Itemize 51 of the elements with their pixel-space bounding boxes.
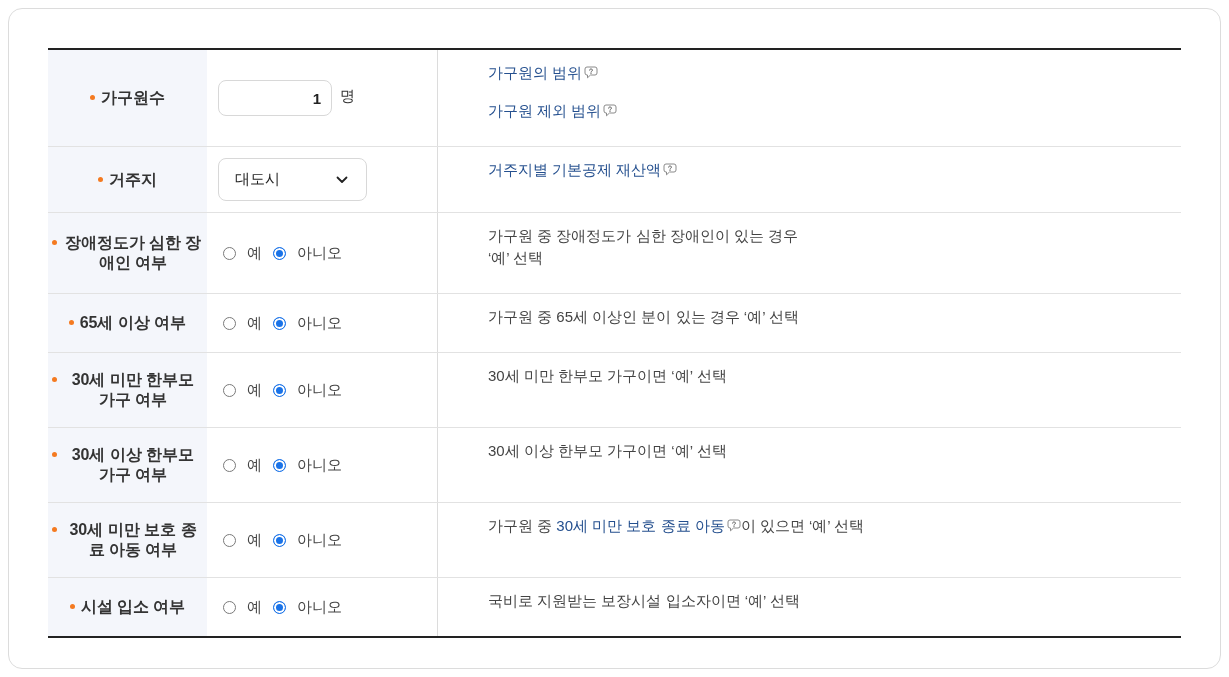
radio-label[interactable]: 예 (247, 313, 262, 333)
radio-label[interactable]: 예 (247, 243, 262, 263)
description-text: 가구원 중 65세 이상인 분이 있는 경우 ‘예’ 선택 (488, 307, 801, 327)
description-text: 30세 이상 한부모 가구이면 ‘예’ 선택 (488, 441, 728, 461)
help-icon (603, 104, 618, 117)
radio-button[interactable] (223, 316, 236, 330)
help-link[interactable]: 가구원의 범위 (488, 62, 599, 84)
description-text: 가구원 중 30세 미만 보호 종료 아동 이 있으면 ‘예’ 선택 (488, 516, 866, 536)
help-icon (584, 66, 599, 79)
description-text: ‘예’ 선택 (488, 248, 545, 268)
help-link[interactable]: 거주지별 기본공제 재산액 (488, 159, 678, 181)
radio-label[interactable]: 아니오 (297, 455, 342, 475)
help-link[interactable]: 30세 미만 보호 종료 아동 (556, 517, 741, 534)
field-label: 65세 이상 여부 (79, 313, 187, 333)
field-label: 가구원수 (101, 88, 165, 108)
radio-button[interactable] (273, 458, 286, 472)
field-label: 30세 미만 보호 종료 아동 여부 (68, 520, 198, 560)
radio-label[interactable]: 예 (247, 455, 262, 475)
radio-button[interactable] (273, 600, 286, 614)
radio-label[interactable]: 아니오 (297, 530, 342, 550)
radio-button[interactable] (273, 246, 286, 260)
description-text: 가구원 중 장애정도가 심한 장애인이 있는 경우 (488, 226, 799, 246)
unit-label: 명 (340, 86, 355, 106)
select-dropdown[interactable]: 대도시 (218, 158, 367, 201)
radio-label[interactable]: 아니오 (297, 243, 342, 263)
chevron-down-icon (336, 175, 348, 184)
radio-label[interactable]: 예 (247, 380, 262, 400)
radio-label[interactable]: 아니오 (297, 597, 342, 617)
help-link[interactable]: 가구원 제외 범위 (488, 100, 618, 122)
number-input[interactable]: 1 (218, 80, 332, 116)
radio-label[interactable]: 아니오 (297, 380, 342, 400)
field-label: 시설 입소 여부 (80, 597, 186, 617)
help-icon (726, 519, 741, 532)
radio-label[interactable]: 예 (247, 530, 262, 550)
radio-label[interactable]: 아니오 (297, 313, 342, 333)
radio-button[interactable] (223, 383, 236, 397)
field-label: 30세 이상 한부모 가구 여부 (70, 445, 196, 485)
description-text: 국비로 지원받는 보장시설 입소자이면 ‘예’ 선택 (488, 591, 801, 611)
radio-button[interactable] (223, 246, 236, 260)
description-text: 30세 미만 한부모 가구이면 ‘예’ 선택 (488, 366, 728, 386)
radio-button[interactable] (273, 533, 286, 547)
radio-button[interactable] (273, 383, 286, 397)
field-label: 거주지 (109, 169, 157, 190)
radio-button[interactable] (223, 533, 236, 547)
field-label: 30세 미만 한부모 가구 여부 (70, 370, 196, 410)
help-icon (663, 163, 678, 176)
radio-button[interactable] (223, 458, 236, 472)
radio-label[interactable]: 예 (247, 597, 262, 617)
field-label: 장애정도가 심한 장애인 여부 (63, 233, 203, 273)
radio-button[interactable] (273, 316, 286, 330)
radio-button[interactable] (223, 600, 236, 614)
